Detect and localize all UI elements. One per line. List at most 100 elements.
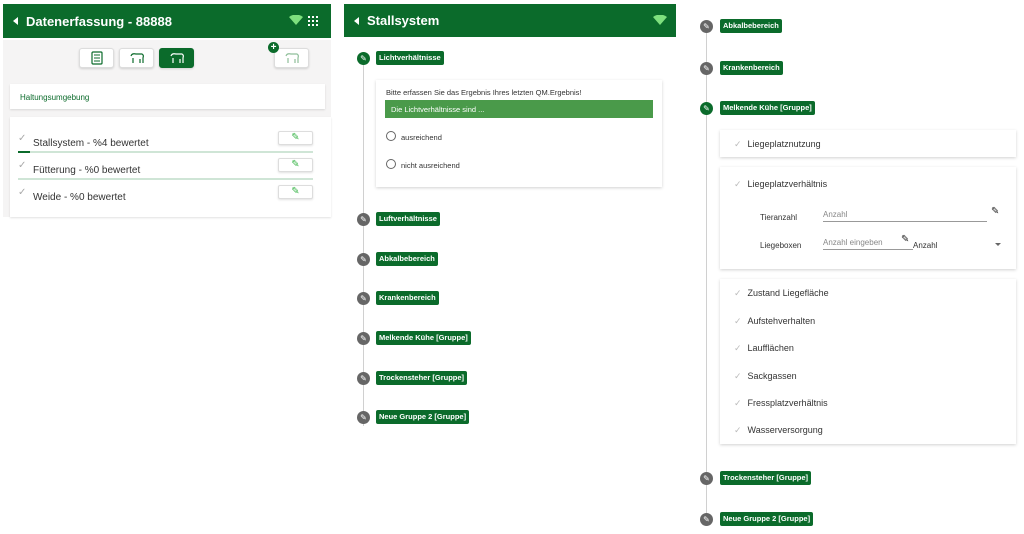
- radio-label: nicht ausreichend: [401, 161, 460, 170]
- check-icon: ✓: [734, 425, 742, 435]
- question-prompt: Bitte erfassen Sie das Ergebnis Ihres le…: [386, 88, 582, 97]
- checklist-icon: [90, 51, 103, 65]
- edit-step-icon[interactable]: ✎: [700, 102, 713, 115]
- stallsystem-header: Stallsystem: [344, 4, 676, 37]
- step-melkende-kuehe[interactable]: Melkende Kühe [Gruppe]: [376, 331, 471, 345]
- cow-outline-icon: [284, 53, 299, 63]
- criteria-card: ✓ Zustand Liegefläche ✓ Aufstehverhalten ✓…: [720, 279, 1016, 444]
- pencil-icon[interactable]: ✎: [991, 206, 999, 217]
- criterion-row[interactable]: ✓ Sackgassen: [734, 371, 797, 382]
- stallsystem-title: Stallsystem: [367, 13, 440, 28]
- checklist-tab-button[interactable]: [79, 48, 114, 68]
- liegeplatzverhaeltnis-card: ✓ Liegeplatzverhältnis Tieranzahl Anzahl …: [720, 167, 1016, 269]
- wifi-icon: [289, 15, 303, 25]
- liegeboxen-input[interactable]: Anzahl eingeben: [823, 238, 913, 250]
- list-item[interactable]: ✓ Stallsystem - %4 bewertet ✎: [18, 131, 313, 153]
- edit-step-icon[interactable]: ✎: [700, 472, 713, 485]
- edit-step-icon[interactable]: ✎: [357, 292, 370, 305]
- edit-step-icon[interactable]: ✎: [357, 372, 370, 385]
- chevron-down-icon: [995, 243, 1001, 246]
- step-krankenbereich[interactable]: Krankenbereich: [376, 291, 439, 305]
- criterion-row[interactable]: ✓ Aufstehverhalten: [734, 316, 815, 327]
- back-arrow-icon[interactable]: [354, 16, 359, 25]
- check-icon: ✓: [734, 343, 742, 353]
- step-neue-gruppe-2[interactable]: Neue Gruppe 2 [Gruppe]: [720, 512, 814, 526]
- step-melkende-kuehe-active[interactable]: Melkende Kühe [Gruppe]: [720, 101, 815, 115]
- step-trockensteher[interactable]: Trockensteher [Gruppe]: [720, 471, 812, 485]
- edit-step-icon[interactable]: ✎: [357, 52, 370, 65]
- radio-nicht-ausreichend[interactable]: [386, 159, 396, 169]
- criterion-label: Sackgassen: [747, 371, 797, 381]
- datenerfassung-header: Datenerfassung - 88888: [3, 4, 331, 38]
- tieranzahl-label: Tieranzahl: [760, 213, 798, 222]
- edit-step-icon[interactable]: ✎: [700, 513, 713, 526]
- list-item[interactable]: ✓ Weide - %0 bewertet ✎: [18, 185, 313, 205]
- bewertung-list: ✓ Stallsystem - %4 bewertet ✎ ✓ Fütterun…: [10, 117, 331, 217]
- list-item-label: Weide - %0 bewertet: [33, 192, 126, 203]
- radio-label: ausreichend: [401, 133, 442, 142]
- edit-button[interactable]: ✎: [278, 185, 313, 199]
- step-luftverhaeltnisse[interactable]: Luftverhältnisse: [376, 212, 440, 226]
- liegeboxen-label: Liegeboxen: [760, 241, 802, 250]
- check-icon: ✓: [734, 316, 742, 326]
- cow-tab-button[interactable]: [119, 48, 154, 68]
- step-krankenbereich[interactable]: Krankenbereich: [720, 61, 783, 75]
- edit-button[interactable]: ✎: [278, 158, 313, 172]
- criterion-label: Zustand Liegefläche: [747, 288, 829, 298]
- edit-step-icon[interactable]: ✎: [357, 411, 370, 424]
- progress-bar: [18, 151, 313, 153]
- criterion-label: Liegeplatznutzung: [747, 139, 821, 149]
- edit-step-icon[interactable]: ✎: [357, 253, 370, 266]
- criterion-row[interactable]: ✓ Laufflächen: [734, 343, 794, 354]
- criterion-label: Fressplatzverhältnis: [747, 398, 828, 408]
- liegeplatznutzung-card[interactable]: ✓ Liegeplatznutzung: [720, 130, 1016, 157]
- criterion-row[interactable]: ✓ Liegeplatzverhältnis: [734, 179, 827, 190]
- criterion-label: Liegeplatzverhältnis: [747, 179, 828, 189]
- progress-bar: [18, 178, 313, 180]
- check-icon: ✓: [734, 371, 742, 381]
- criterion-label: Wasserversorgung: [747, 425, 823, 435]
- criterion-row: ✓ Liegeplatznutzung: [734, 139, 821, 150]
- criterion-row[interactable]: ✓ Zustand Liegefläche: [734, 288, 829, 299]
- pencil-icon: ✎: [291, 186, 300, 197]
- progress-fill: [18, 151, 30, 153]
- check-icon: ✓: [734, 288, 742, 298]
- criterion-label: Aufstehverhalten: [747, 316, 816, 326]
- step-abkalbebereich[interactable]: Abkalbebereich: [720, 19, 782, 33]
- edit-button[interactable]: ✎: [278, 131, 313, 145]
- edit-step-icon[interactable]: ✎: [700, 62, 713, 75]
- haltungsumgebung-label: Haltungsumgebung: [20, 93, 90, 102]
- list-item[interactable]: ✓ Fütterung - %0 bewertet ✎: [18, 158, 313, 180]
- radio-ausreichend[interactable]: [386, 131, 396, 141]
- criterion-label: Laufflächen: [747, 343, 794, 353]
- pencil-icon: ✎: [291, 159, 300, 170]
- step-lichtverhaeltnisse[interactable]: Lichtverhältnisse: [376, 51, 444, 65]
- step-abkalbebereich[interactable]: Abkalbebereich: [376, 252, 438, 266]
- barn-cow-icon: [169, 53, 184, 63]
- check-icon: ✓: [18, 187, 27, 198]
- check-icon: ✓: [18, 133, 27, 144]
- list-item-label: Stallsystem - %4 bewertet: [33, 138, 149, 149]
- unit-select[interactable]: Anzahl: [913, 241, 1001, 250]
- wifi-icon: [653, 15, 667, 25]
- edit-step-icon[interactable]: ✎: [357, 332, 370, 345]
- haltungsumgebung-section[interactable]: Haltungsumgebung: [10, 84, 325, 109]
- back-arrow-icon[interactable]: [13, 17, 18, 25]
- add-animal-button[interactable]: [274, 48, 309, 68]
- check-icon: ✓: [18, 160, 27, 171]
- criterion-row[interactable]: ✓ Wasserversorgung: [734, 425, 823, 436]
- edit-step-icon[interactable]: ✎: [700, 20, 713, 33]
- pencil-icon[interactable]: ✎: [901, 234, 909, 245]
- question-header: Die Lichtverhältnisse sind ...: [385, 100, 653, 118]
- check-icon: ✓: [734, 398, 742, 408]
- barn-cow-tab-button[interactable]: [159, 48, 194, 68]
- step-trockensteher[interactable]: Trockensteher [Gruppe]: [376, 371, 468, 385]
- step-neue-gruppe-2[interactable]: Neue Gruppe 2 [Gruppe]: [376, 410, 470, 424]
- criterion-row[interactable]: ✓ Fressplatzverhältnis: [734, 398, 828, 409]
- edit-step-icon[interactable]: ✎: [357, 213, 370, 226]
- check-icon: ✓: [734, 179, 742, 189]
- tieranzahl-input[interactable]: Anzahl: [823, 210, 987, 222]
- plus-icon[interactable]: +: [268, 42, 279, 53]
- pencil-icon: ✎: [291, 132, 300, 143]
- apps-grid-icon[interactable]: [308, 16, 318, 26]
